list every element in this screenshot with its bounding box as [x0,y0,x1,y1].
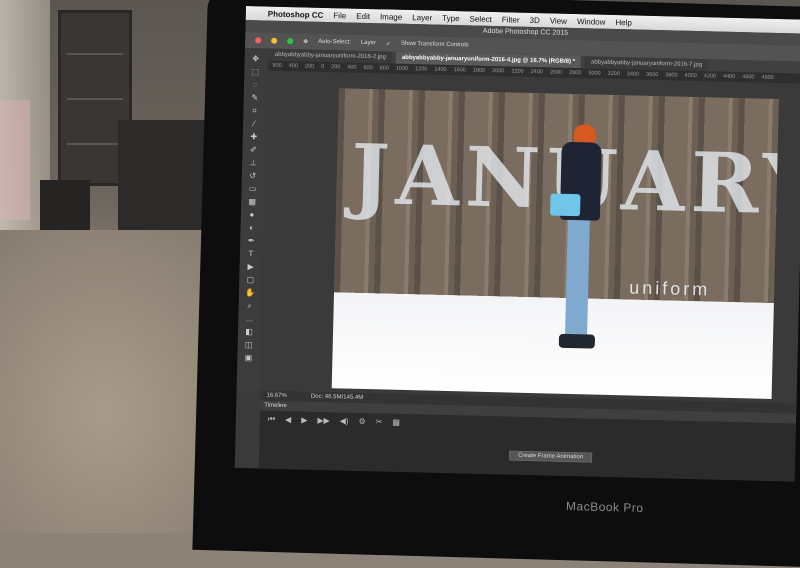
ruler-tick-label: 2000 [492,68,505,75]
create-frame-animation-button[interactable]: Create Frame Animation [508,450,593,463]
ruler-tick-label: 400 [347,64,357,71]
lasso-icon[interactable]: ◌ [249,80,261,90]
ruler-tick-label: 200 [331,64,341,71]
orange-hat [573,124,597,143]
more-tools-icon[interactable]: … [243,314,255,324]
ruler-tick-label: 2800 [569,69,582,77]
ruler-tick-label: 4800 [761,74,774,81]
ruler-tick-label: 3400 [626,71,640,78]
first-frame-icon[interactable]: ⏮ [268,415,275,425]
screen-mode-icon[interactable]: ▣ [242,353,254,363]
zoom-icon[interactable]: ⌕ [244,301,256,311]
dodge-icon[interactable]: ◐ [245,223,257,233]
ruler-tick-label: 4200 [703,73,717,80]
brush-icon[interactable]: ✐ [247,145,259,155]
menu-help[interactable]: Help [615,18,632,27]
ruler-tick-label: 4400 [722,73,736,80]
ruler-tick-label: 4000 [684,72,697,80]
zoom-window-icon[interactable] [287,38,294,45]
blue-bag [549,193,581,217]
ruler-tick-label: 1800 [472,67,486,74]
shape-icon[interactable]: ▢ [244,275,256,285]
move-icon[interactable]: ✥ [250,54,262,64]
play-icon[interactable]: ▶ [301,415,307,425]
photo-subject [549,124,606,350]
menu-edit[interactable]: Edit [356,11,370,20]
menu-select[interactable]: Select [469,14,491,24]
ruler-tick-label: 200 [304,63,315,70]
healing-icon[interactable]: ✚ [248,132,260,142]
ruler-tick-label: 1600 [453,67,466,74]
audio-icon[interactable]: ◀) [340,416,349,426]
laptop-brand-label: MacBook Pro [565,498,644,516]
minimize-window-icon[interactable] [271,37,278,44]
history-brush-icon[interactable]: ↺ [247,171,259,181]
move-tool-icon[interactable]: ✥ [303,38,308,45]
marquee-icon[interactable]: ⬚ [249,67,261,77]
auto-select-dropdown[interactable]: Layer [361,40,376,46]
menu-window[interactable]: Window [577,17,606,27]
ruler-tick-label: 2200 [511,68,524,75]
previous-frame-icon[interactable]: ◀ [285,415,291,425]
menu-3d[interactable]: 3D [529,15,539,24]
transform-controls-label: Show Transform Controls [400,40,469,49]
canvas-subline: uniform [628,277,711,300]
next-frame-icon[interactable]: ▶▶ [317,416,330,426]
ruler-tick-label: 4600 [742,74,755,81]
ruler-tick-label: 3800 [665,72,678,79]
ruler-tick-label: 2600 [549,69,563,76]
ruler-tick-label: 400 [288,63,298,70]
color-swatches-icon[interactable]: ◧ [243,327,255,337]
path-select-icon[interactable]: ▶ [244,262,256,272]
settings-icon[interactable]: ⚙ [358,417,365,427]
ruler-tick-label: 1200 [415,66,428,73]
close-window-icon[interactable] [255,37,262,44]
quick-select-icon[interactable]: ✎ [249,93,261,103]
split-icon[interactable]: ✂ [376,417,383,427]
menu-type[interactable]: Type [442,13,460,22]
ruler-tick-label: 1000 [395,65,409,72]
boots [558,333,596,349]
type-icon[interactable]: T [245,249,257,259]
pen-icon[interactable]: ✒ [245,236,257,246]
laptop-screen: Photoshop CC File Edit Image Layer Type … [234,6,800,482]
ruler-tick-label: 600 [363,64,373,72]
transform-controls-checkbox[interactable]: ✓ [386,40,391,47]
ruler-tick-label: 3000 [588,70,601,77]
crop-icon[interactable]: ⌗ [248,106,260,116]
menu-filter[interactable]: Filter [502,15,520,24]
ruler-tick-label: 3600 [645,71,659,79]
eyedropper-icon[interactable]: ⁄ [248,119,260,129]
blur-icon[interactable]: ● [246,210,258,220]
menu-layer[interactable]: Layer [412,13,432,22]
document-canvas[interactable]: JANUARY uniform [331,88,779,399]
auto-select-label: Auto-Select: [318,38,351,46]
timeline-panel: Timeline ⏮ ◀ ▶ ▶▶ ◀) ⚙ ✂ ▦ Create Frame … [258,400,797,482]
quick-mask-icon[interactable]: ◫ [243,340,255,350]
cushion [0,100,30,220]
eraser-icon[interactable]: ▭ [246,184,258,194]
jeans [565,219,590,337]
menu-file[interactable]: File [333,11,346,20]
menu-app-name[interactable]: Photoshop CC [268,9,324,19]
transition-icon[interactable]: ▦ [392,418,400,428]
menu-image[interactable]: Image [380,12,402,22]
menu-view[interactable]: View [550,16,567,25]
ruler-tick-label: 0 [321,63,325,70]
ruler-tick-label: 800 [272,62,282,69]
tv-stand [118,120,213,240]
stamp-icon[interactable]: ⊥ [247,158,259,168]
ruler-tick-label: 800 [379,65,389,72]
ruler-tick-label: 2400 [530,68,543,76]
ruler-tick-label: 1400 [434,66,447,73]
gradient-icon[interactable]: ▦ [246,197,258,207]
zoom-level[interactable]: 16.67% [266,391,287,401]
ruler-tick-label: 3200 [607,70,620,78]
hand-icon[interactable]: ✋ [244,288,256,298]
